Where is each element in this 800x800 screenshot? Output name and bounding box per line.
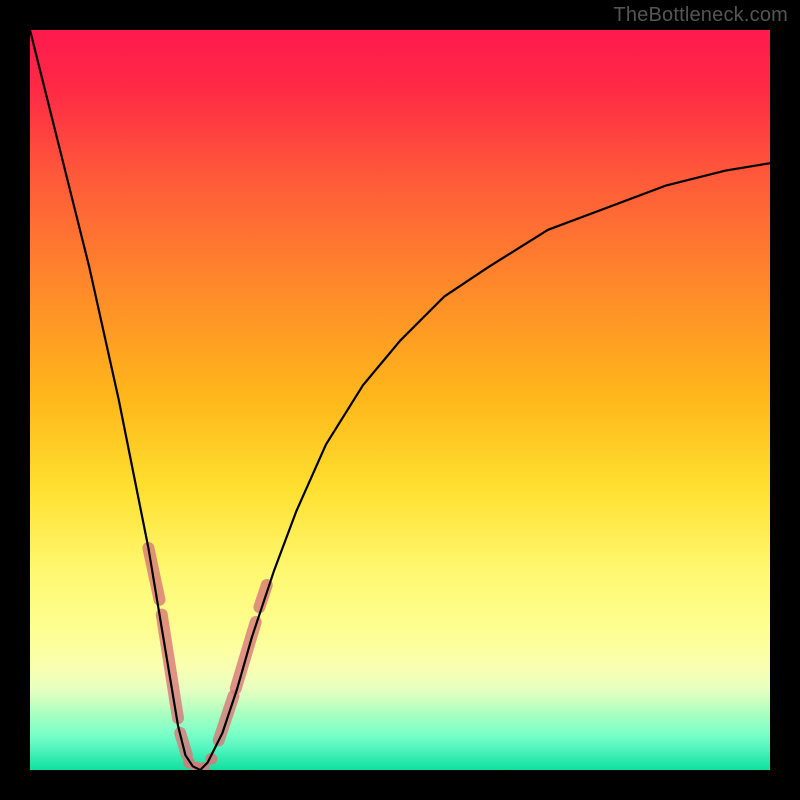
chart-frame: TheBottleneck.com: [0, 0, 800, 800]
emphasis-segment: [162, 615, 178, 719]
plot-area: [30, 30, 770, 770]
right-branch-curve: [200, 163, 770, 770]
curves-layer: [30, 30, 770, 770]
watermark-text: TheBottleneck.com: [613, 4, 788, 27]
